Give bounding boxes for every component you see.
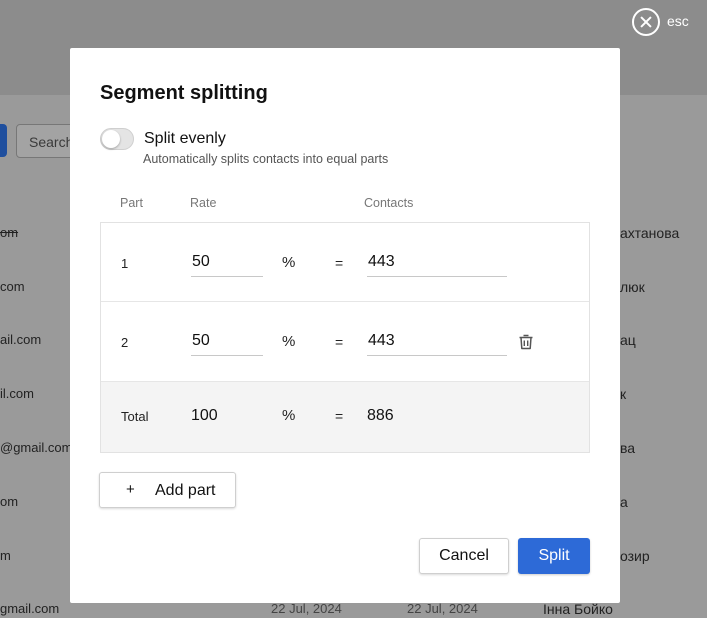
row-name: ахтанова: [620, 225, 680, 241]
toggle-knob: [102, 130, 120, 148]
split-evenly-hint: Automatically splits contacts into equal…: [143, 152, 389, 166]
row-email: om: [0, 494, 19, 509]
trash-icon[interactable]: [517, 333, 535, 351]
row-email: gmail.com: [0, 601, 60, 616]
esc-label: esc: [667, 13, 689, 29]
background-search-input: Search: [16, 124, 76, 158]
parts-table: 1 % = 2 % = Total 100 % = 886: [100, 222, 590, 453]
row-name: ва: [620, 440, 636, 456]
equals-sign: =: [335, 408, 344, 424]
split-button[interactable]: Split: [518, 538, 590, 574]
split-evenly-toggle[interactable]: [100, 128, 134, 150]
row-email: @gmail.com: [0, 440, 73, 455]
dialog-title: Segment splitting: [100, 82, 268, 104]
part-number: 2: [121, 335, 129, 350]
rate-input[interactable]: [191, 247, 263, 277]
row-name: люк: [620, 279, 645, 295]
column-header-part: Part: [120, 196, 143, 210]
percent-unit: %: [282, 407, 296, 424]
row-name: к: [620, 386, 627, 402]
contacts-input[interactable]: [367, 247, 507, 277]
row-updated-date: 22 Jul, 2024: [407, 601, 478, 616]
equals-sign: =: [335, 255, 344, 271]
row-email: m: [0, 548, 11, 563]
close-icon[interactable]: [632, 8, 660, 36]
contacts-input[interactable]: [367, 326, 507, 356]
row-email: il.com: [0, 386, 34, 401]
row-name: ац: [620, 332, 636, 348]
row-created-date: 22 Jul, 2024: [271, 601, 342, 616]
add-part-label: Add part: [155, 482, 216, 499]
total-row: Total 100 % = 886: [101, 381, 589, 452]
total-rate: 100: [191, 407, 218, 424]
add-part-button[interactable]: + Add part: [99, 472, 236, 508]
column-header-contacts: Contacts: [364, 196, 414, 210]
row-owner: Інна Бойко: [543, 601, 613, 617]
segment-splitting-dialog: Segment splitting Split evenly Automatic…: [70, 48, 620, 603]
plus-icon: +: [126, 481, 135, 498]
row-email: om: [0, 225, 19, 240]
total-label: Total: [121, 409, 149, 424]
cancel-button[interactable]: Cancel: [419, 538, 509, 574]
row-email: ail.com: [0, 332, 42, 347]
total-contacts: 886: [367, 407, 394, 424]
background-primary-button: [0, 124, 7, 157]
percent-unit: %: [282, 254, 296, 271]
row-name: а: [620, 494, 628, 510]
rate-input[interactable]: [191, 326, 263, 356]
row-email: com: [0, 279, 25, 294]
part-row: 2 % =: [101, 302, 589, 381]
row-name: озир: [620, 548, 650, 564]
part-row: 1 % =: [101, 223, 589, 302]
split-evenly-label: Split evenly: [144, 130, 226, 147]
equals-sign: =: [335, 334, 344, 350]
column-header-rate: Rate: [190, 196, 217, 210]
part-number: 1: [121, 256, 129, 271]
percent-unit: %: [282, 333, 296, 350]
